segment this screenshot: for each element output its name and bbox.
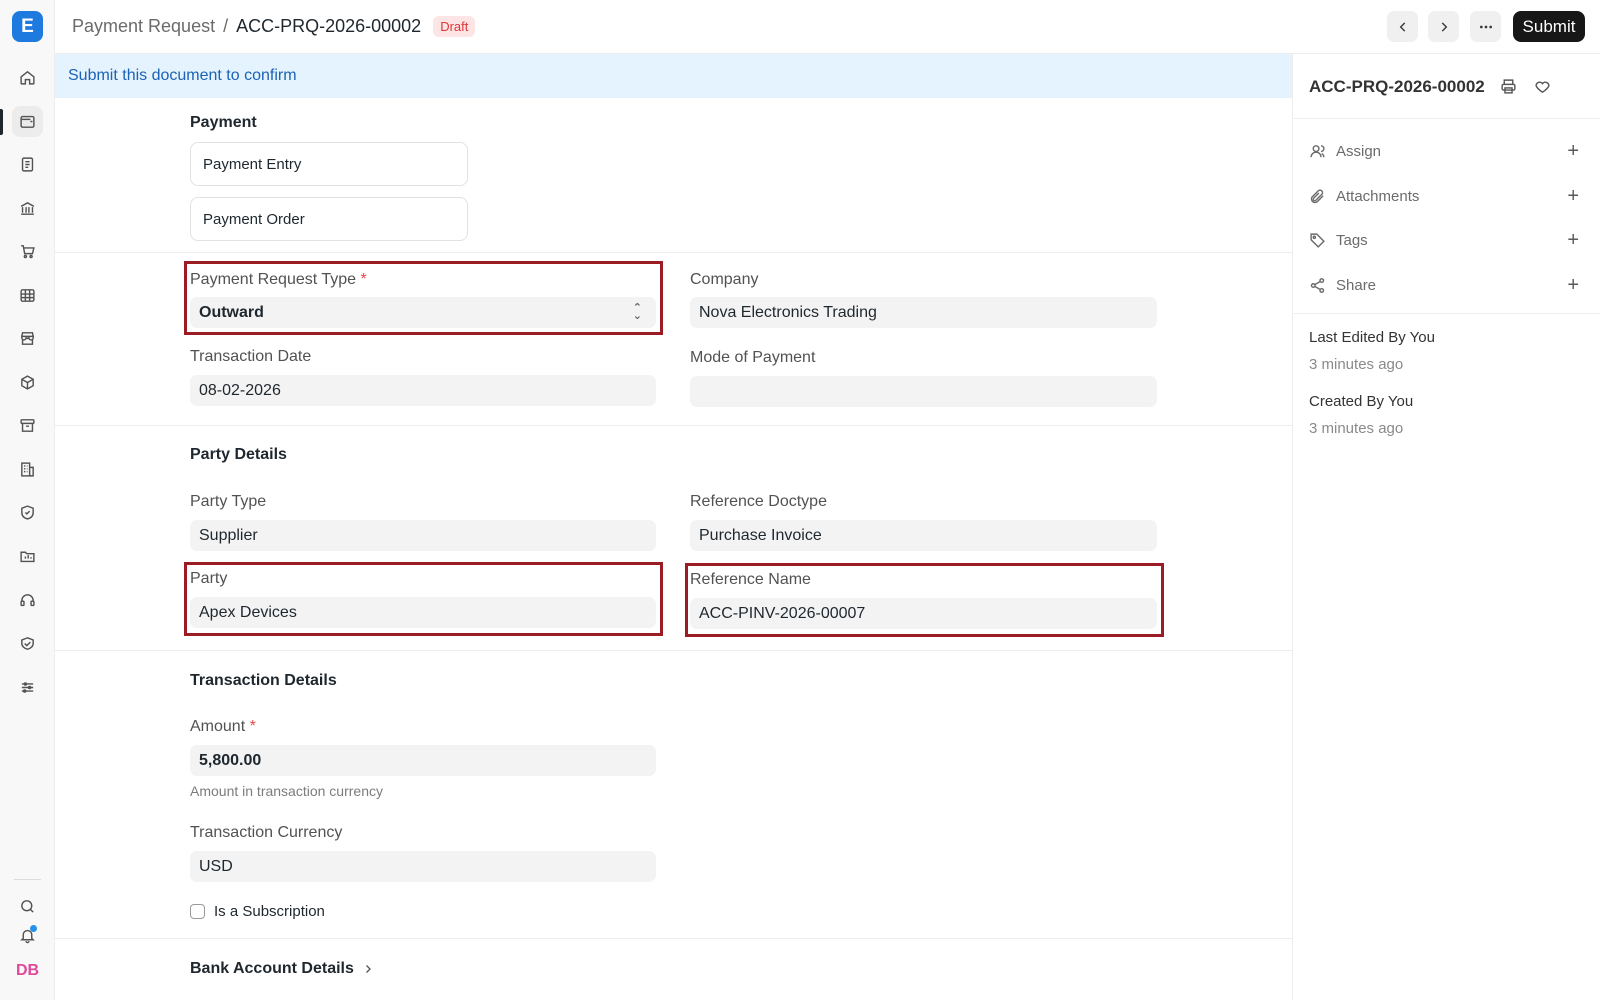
document-icon[interactable] — [12, 149, 43, 180]
rail-divider — [14, 879, 41, 880]
home-icon[interactable] — [12, 62, 43, 93]
store-icon[interactable] — [12, 323, 43, 354]
bank-account-section[interactable]: Bank Account Details — [55, 939, 1292, 999]
add-share-icon[interactable]: + — [1567, 274, 1579, 297]
tag-icon — [1310, 232, 1325, 248]
page-header: Payment Request / ACC-PRQ-2026-00002 Dra… — [55, 0, 1600, 54]
created-time: 3 minutes ago — [1309, 420, 1404, 437]
mode-of-payment-label: Mode of Payment — [690, 349, 816, 366]
previous-button[interactable] — [1387, 11, 1418, 42]
mode-of-payment-field[interactable] — [690, 376, 1157, 407]
subscription-checkbox[interactable] — [190, 904, 205, 919]
submit-banner: Submit this document to confirm — [55, 54, 1292, 98]
transaction-date-label: Transaction Date — [190, 348, 312, 365]
assign-action[interactable]: Assign + — [1309, 139, 1579, 163]
transaction-date-field[interactable]: 08-02-2026 — [190, 375, 656, 406]
bank-account-title[interactable]: Bank Account Details — [190, 960, 374, 978]
payment-order-button[interactable]: Payment Order — [190, 197, 468, 241]
payment-section: Payment Payment Entry Payment Order — [55, 98, 1292, 253]
transaction-currency-field[interactable]: USD — [190, 851, 656, 882]
more-menu-button[interactable] — [1470, 11, 1501, 42]
chevron-left-icon — [1399, 21, 1405, 32]
ellipsis-icon — [1479, 25, 1492, 28]
sidebar-divider — [1294, 118, 1600, 119]
chevron-right-icon — [1441, 21, 1447, 32]
sidebar-divider — [1294, 313, 1600, 314]
submit-button[interactable]: Submit — [1513, 11, 1585, 42]
heart-icon[interactable] — [1530, 74, 1554, 98]
add-attachment-icon[interactable]: + — [1567, 185, 1579, 208]
company-label: Company — [690, 271, 759, 288]
paperclip-icon — [1310, 188, 1324, 203]
breadcrumb-separator: / — [223, 16, 229, 36]
last-edited-label: Last Edited By You — [1309, 329, 1435, 346]
transaction-details-section: Transaction Details Amount * 5,800.00 Am… — [55, 651, 1292, 939]
archive-icon[interactable] — [12, 410, 43, 441]
payment-entry-button[interactable]: Payment Entry — [190, 142, 468, 186]
last-edited-time: 3 minutes ago — [1309, 356, 1404, 373]
transaction-currency-label: Transaction Currency — [190, 824, 343, 841]
sidebar-doc-name: ACC-PRQ-2026-00002 — [1309, 77, 1485, 96]
highlight-party — [184, 562, 663, 636]
table-icon[interactable] — [12, 280, 43, 311]
payment-section-title: Payment — [190, 114, 257, 131]
status-badge: Draft — [433, 16, 476, 37]
user-avatar[interactable]: DB — [12, 955, 43, 986]
breadcrumb: Payment Request / ACC-PRQ-2026-00002 Dra… — [72, 16, 476, 37]
subscription-label[interactable]: Is a Subscription — [214, 903, 325, 920]
party-details-title: Party Details — [190, 446, 287, 463]
amount-label: Amount * — [190, 718, 256, 735]
party-type-label: Party Type — [190, 493, 267, 510]
highlight-reference-name — [685, 563, 1164, 637]
tags-action[interactable]: Tags + — [1309, 228, 1579, 252]
bank-icon[interactable] — [12, 193, 43, 224]
shield-icon[interactable] — [12, 497, 43, 528]
party-details-section: Party Details Party Type Supplier Refere… — [55, 426, 1292, 651]
highlight-payment-request-type — [184, 261, 663, 335]
app-sidebar: E DB — [0, 0, 55, 1000]
add-assign-icon[interactable]: + — [1567, 140, 1579, 163]
reference-doctype-label: Reference Doctype — [690, 493, 827, 510]
details-section: Payment Request Type * Outward ⌃ ⌄ Compan… — [55, 253, 1292, 426]
form-main: Submit this document to confirm Payment … — [55, 54, 1293, 1000]
sliders-icon[interactable] — [12, 672, 43, 703]
attachments-action[interactable]: Attachments + — [1309, 184, 1579, 208]
handshake-icon[interactable] — [12, 628, 43, 659]
chevron-right-icon — [365, 965, 371, 973]
notification-dot — [30, 925, 37, 932]
transaction-details-title: Transaction Details — [190, 672, 337, 689]
box-icon[interactable] — [12, 367, 43, 398]
active-indicator — [0, 109, 3, 135]
company-field[interactable]: Nova Electronics Trading — [690, 297, 1157, 328]
user-icon — [1310, 144, 1325, 157]
building-icon[interactable] — [12, 454, 43, 485]
search-icon[interactable] — [12, 891, 43, 922]
page-title: ACC-PRQ-2026-00002 — [236, 16, 422, 36]
cart-icon[interactable] — [12, 236, 43, 267]
add-tag-icon[interactable]: + — [1567, 229, 1579, 252]
breadcrumb-parent[interactable]: Payment Request — [72, 16, 215, 37]
party-type-field[interactable]: Supplier — [190, 520, 656, 551]
share-icon — [1310, 277, 1325, 293]
reference-doctype-field[interactable]: Purchase Invoice — [690, 520, 1157, 551]
wallet-icon[interactable] — [12, 106, 43, 137]
headset-icon[interactable] — [12, 585, 43, 616]
folder-icon[interactable] — [12, 541, 43, 572]
share-action[interactable]: Share + — [1309, 273, 1579, 297]
amount-field[interactable]: 5,800.00 — [190, 745, 656, 776]
amount-help-text: Amount in transaction currency — [190, 783, 383, 799]
document-sidebar: ACC-PRQ-2026-00002 Assign + Attachments … — [1294, 54, 1600, 1000]
created-label: Created By You — [1309, 393, 1414, 410]
bell-icon[interactable] — [12, 920, 43, 951]
print-icon[interactable] — [1496, 74, 1520, 98]
next-button[interactable] — [1428, 11, 1459, 42]
app-logo[interactable]: E — [12, 11, 43, 42]
